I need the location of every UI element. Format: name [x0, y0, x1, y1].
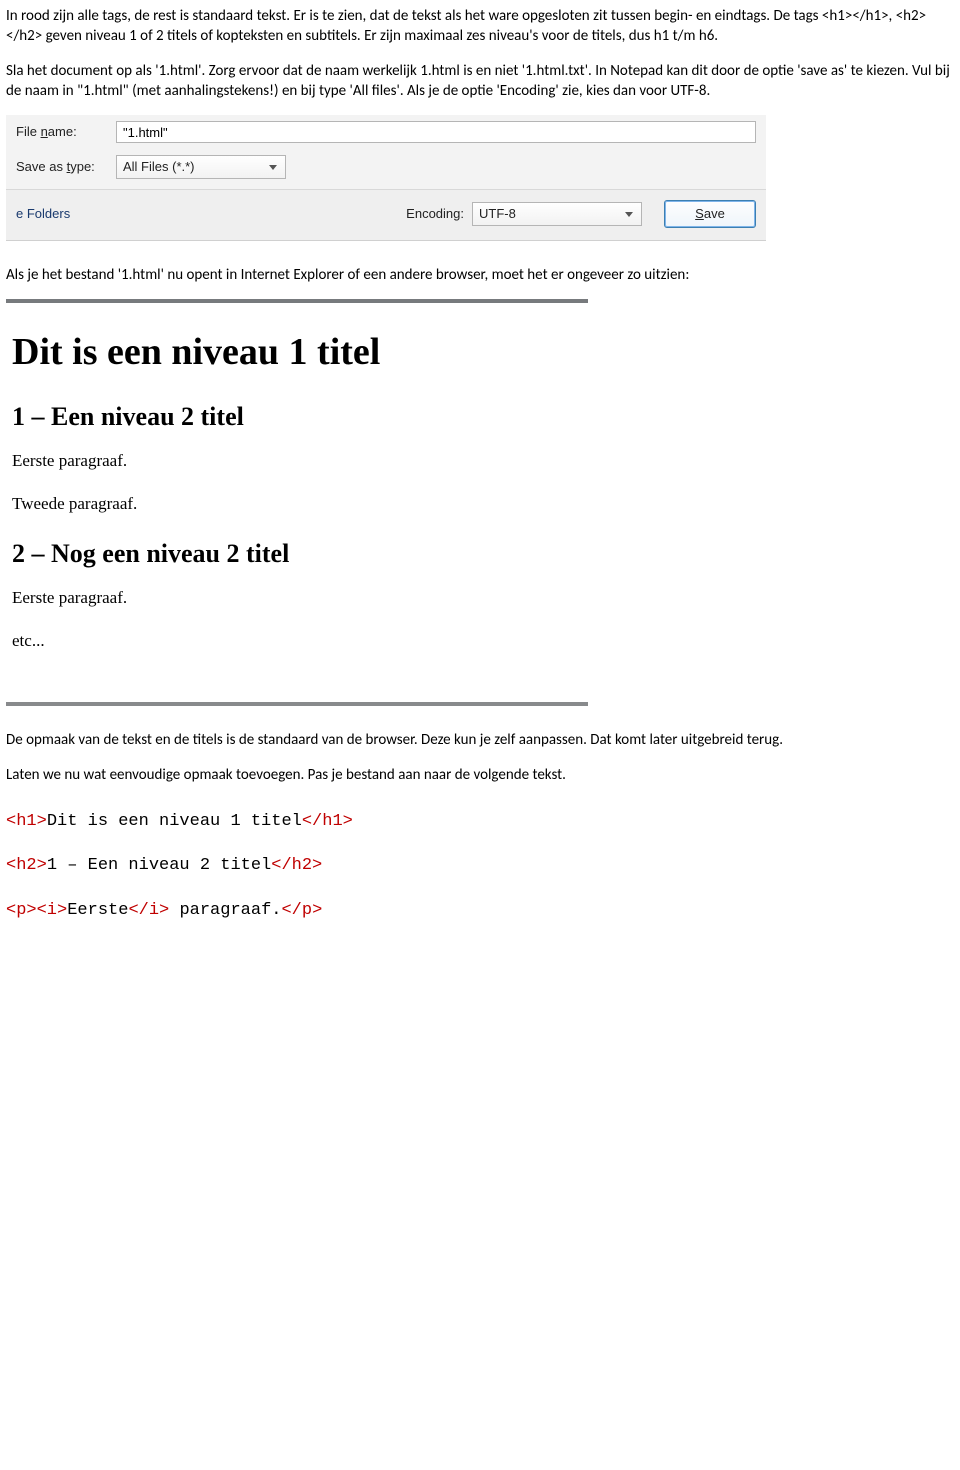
saveastype-select[interactable]: All Files (*.*)	[116, 155, 286, 179]
intro-paragraph-1: In rood zijn alle tags, de rest is stand…	[6, 6, 956, 47]
after-preview-paragraph-1: De opmaak van de tekst en de titels is d…	[6, 730, 956, 750]
encoding-label: Encoding:	[406, 205, 464, 223]
saveastype-label: Save as type:	[16, 158, 116, 176]
preview-h2-2: 2 – Nog een niveau 2 titel	[12, 536, 582, 571]
preview-h2-1: 1 – Een niveau 2 titel	[12, 399, 582, 434]
code-line-1: <h1>Dit is een niveau 1 titel</h1>	[6, 809, 956, 835]
save-button[interactable]: Save	[664, 200, 756, 228]
code-line-2: <h2>1 – Een niveau 2 titel</h2>	[6, 853, 956, 879]
code-line-3: <p><i>Eerste</i> paragraaf.</p>	[6, 898, 956, 924]
preview-p1: Eerste paragraaf.	[12, 450, 582, 473]
intro-paragraph-2: Sla het document op als '1.html'. Zorg e…	[6, 61, 956, 102]
code-block: <h1>Dit is een niveau 1 titel</h1> <h2>1…	[6, 809, 956, 924]
preview-p2: Tweede paragraaf.	[12, 493, 582, 516]
preview-p4: etc...	[12, 630, 582, 653]
filename-label: File name:	[16, 123, 116, 141]
after-preview-paragraph-2: Laten we nu wat eenvoudige opmaak toevoe…	[6, 765, 956, 785]
encoding-value: UTF-8	[479, 205, 516, 223]
notepad-save-dialog: File name: Save as type: All Files (*.*)…	[6, 115, 766, 241]
preview-p3: Eerste paragraaf.	[12, 587, 582, 610]
saveastype-value: All Files (*.*)	[123, 158, 195, 176]
encoding-select[interactable]: UTF-8	[472, 202, 642, 226]
filename-input[interactable]	[116, 121, 756, 143]
hide-folders-link[interactable]: e Folders	[16, 205, 76, 223]
preview-h1: Dit is een niveau 1 titel	[12, 327, 582, 378]
browser-render-preview: Dit is een niveau 1 titel 1 – Een niveau…	[6, 299, 588, 706]
after-dialog-paragraph: Als je het bestand '1.html' nu opent in …	[6, 265, 956, 285]
